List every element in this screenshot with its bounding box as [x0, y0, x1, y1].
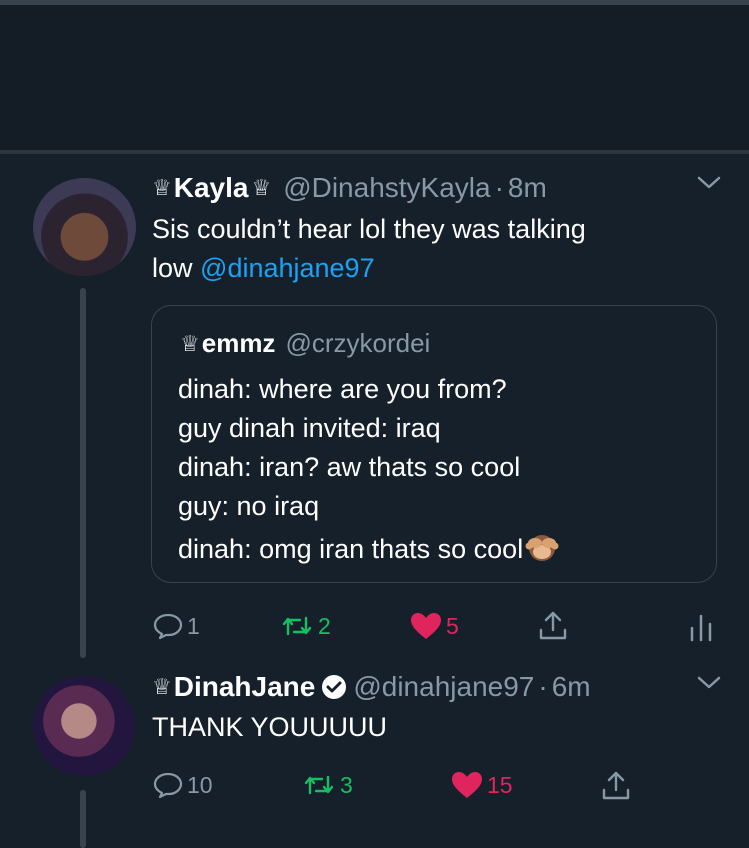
retweet-icon — [304, 775, 334, 795]
tweet-header: ♕ DinahJane @dinahjane97 · 6m — [152, 671, 591, 703]
tweet-text-prefix: low — [152, 253, 193, 283]
avatar[interactable] — [33, 178, 136, 276]
crown-icon: ♕ — [152, 175, 172, 200]
display-name[interactable]: DinahJane — [174, 671, 316, 703]
timestamp[interactable]: 6m — [552, 671, 591, 703]
quote-line: dinah: where are you from? — [178, 374, 507, 404]
handle[interactable]: @DinahstyKayla — [283, 172, 490, 204]
quote-handle: @crzykordei — [285, 328, 431, 358]
reply-count: 10 — [187, 771, 213, 798]
previous-tweet-area — [0, 5, 749, 150]
tweet-text-line: low @dinahjane97 — [152, 249, 586, 288]
see-no-evil-monkey-icon — [525, 530, 559, 564]
avatar[interactable] — [33, 676, 135, 776]
like-count: 5 — [446, 612, 459, 639]
like-count: 15 — [487, 771, 513, 798]
mention-link[interactable]: @dinahjane97 — [200, 253, 375, 283]
tweet-header: ♕ Kayla ♕ @DinahstyKayla · 8m — [152, 172, 547, 204]
reply-icon — [153, 613, 183, 640]
reply-icon — [153, 772, 183, 799]
handle[interactable]: @dinahjane97 — [353, 671, 534, 703]
analytics-button[interactable] — [688, 612, 718, 642]
like-button[interactable]: 15 — [451, 771, 513, 799]
share-button[interactable] — [600, 770, 636, 802]
chevron-down-icon[interactable] — [696, 172, 722, 200]
chevron-down-icon[interactable] — [696, 672, 722, 700]
quote-line-with-emoji: dinah: omg iran thats so cool — [178, 530, 559, 565]
quote-display-name: emmz — [201, 328, 276, 358]
tweet-text: Sis couldn’t hear lol they was talking l… — [152, 210, 586, 288]
retweet-button[interactable]: 3 — [302, 771, 353, 799]
tweet-text-line: Sis couldn’t hear lol they was talking — [152, 214, 586, 244]
reply-button[interactable]: 1 — [153, 612, 200, 640]
heart-icon — [411, 613, 441, 639]
timestamp[interactable]: 8m — [508, 172, 547, 204]
quote-line: dinah: omg iran thats so cool — [178, 534, 524, 564]
retweet-icon — [282, 616, 312, 636]
quoted-tweet[interactable]: ♕ emmz @crzykordei dinah: where are you … — [151, 305, 717, 583]
share-button[interactable] — [537, 610, 573, 642]
display-name[interactable]: Kayla — [174, 172, 249, 204]
retweet-button[interactable]: 2 — [280, 612, 331, 640]
like-button[interactable]: 5 — [410, 612, 459, 640]
reply-count: 1 — [187, 612, 200, 639]
separator: · — [494, 172, 504, 203]
quote-line: guy dinah invited: iraq — [178, 413, 441, 443]
retweet-count: 2 — [318, 612, 331, 639]
analytics-icon — [690, 614, 712, 642]
thread-line — [80, 790, 86, 848]
separator: · — [538, 671, 548, 702]
verified-badge-icon — [321, 674, 347, 700]
crown-icon: ♕ — [180, 330, 200, 356]
quote-line: guy: no iraq — [178, 491, 320, 521]
heart-icon — [452, 772, 482, 798]
thread-line — [80, 288, 86, 658]
reply-button[interactable]: 10 — [153, 771, 213, 799]
quote-line: dinah: iran? aw thats so cool — [178, 452, 521, 482]
retweet-count: 3 — [340, 771, 353, 798]
divider — [0, 150, 749, 154]
crown-icon: ♕ — [251, 175, 272, 200]
tweet-text: THANK YOUUUUU — [152, 712, 388, 742]
quote-header: ♕ emmz @crzykordei — [180, 328, 430, 359]
share-icon — [539, 611, 567, 640]
crown-icon: ♕ — [152, 674, 172, 699]
share-icon — [602, 771, 630, 800]
